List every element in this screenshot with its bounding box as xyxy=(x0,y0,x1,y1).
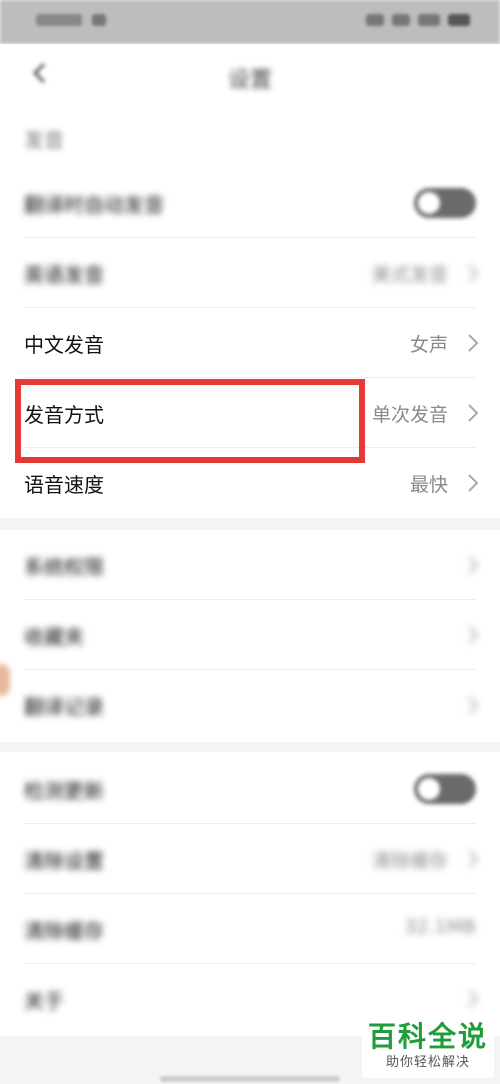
row-value: 清除缓存 xyxy=(371,850,448,872)
setting-row-auto-pronounce[interactable]: 翻译时自动发音 xyxy=(0,168,500,238)
pronunciation-section: 发音 翻译时自动发音 英语发音 美式发音 中文发音 女声 发音方式 单次发音 语… xyxy=(0,106,500,518)
watermark-logo: 百科全说 助你轻松解决 xyxy=(362,1020,494,1078)
setting-row-history[interactable]: 翻译记录 xyxy=(0,670,500,740)
chevron-right-icon xyxy=(468,474,479,492)
header-bar: 设置 xyxy=(0,44,500,106)
watermark-subtitle: 助你轻松解决 xyxy=(385,1055,470,1070)
row-label: 翻译时自动发音 xyxy=(24,193,164,217)
chevron-right-icon xyxy=(468,404,479,422)
setting-row-clear-settings[interactable]: 清除设置 清除缓存 xyxy=(0,824,500,894)
row-label: 语音速度 xyxy=(24,473,104,497)
chevron-right-icon xyxy=(468,696,479,714)
row-value: 美式发音 xyxy=(371,264,448,286)
settings-screen: 设置 发音 翻译时自动发音 英语发音 美式发音 中文发音 女声 发音方式 单次发… xyxy=(0,0,500,1084)
row-value: 单次发音 xyxy=(371,404,448,426)
floating-assistant-icon[interactable] xyxy=(0,664,10,696)
row-label: 清除缓存 xyxy=(24,919,104,943)
row-label: 发音方式 xyxy=(24,403,104,427)
other-section: 检测更新 清除设置 清除缓存 清除缓存 32.1MB 关于 xyxy=(0,752,500,1036)
row-label: 系统权限 xyxy=(24,555,104,579)
chevron-right-icon xyxy=(468,264,479,282)
row-label: 英语发音 xyxy=(24,263,104,287)
row-label: 关于 xyxy=(24,989,64,1013)
watermark-title: 百科全说 xyxy=(367,1020,488,1053)
chevron-right-icon xyxy=(468,990,479,1008)
wifi-icon xyxy=(392,14,410,26)
row-label: 检测更新 xyxy=(24,779,104,803)
row-label: 清除设置 xyxy=(24,849,104,873)
home-indicator xyxy=(160,1076,340,1082)
chevron-right-icon xyxy=(468,556,479,574)
network-icon xyxy=(418,14,440,26)
row-label: 翻译记录 xyxy=(24,695,104,719)
check-update-toggle[interactable] xyxy=(414,774,476,804)
auto-pronounce-toggle[interactable] xyxy=(414,188,476,218)
cache-size-value: 32.1MB xyxy=(404,916,476,938)
signal-icon xyxy=(366,14,384,26)
row-label: 中文发音 xyxy=(24,333,104,357)
row-label: 收藏夹 xyxy=(24,625,84,649)
setting-row-speech-speed[interactable]: 语音速度 最快 xyxy=(0,448,500,518)
row-value: 女声 xyxy=(409,334,448,356)
battery-icon xyxy=(448,14,470,26)
setting-row-favorites[interactable]: 收藏夹 xyxy=(0,600,500,670)
page-title: 设置 xyxy=(227,68,272,93)
setting-row-chinese-pronounce[interactable]: 中文发音 女声 xyxy=(0,308,500,378)
setting-row-clear-cache[interactable]: 清除缓存 32.1MB xyxy=(0,894,500,964)
setting-row-check-update[interactable]: 检测更新 xyxy=(0,754,500,824)
chevron-right-icon xyxy=(468,334,479,352)
chevron-right-icon xyxy=(468,850,479,868)
notification-icon xyxy=(92,14,106,26)
group-header-pronunciation: 发音 xyxy=(24,128,64,152)
setting-row-english-pronounce[interactable]: 英语发音 美式发音 xyxy=(0,238,500,308)
setting-row-system-permission[interactable]: 系统权限 xyxy=(0,530,500,600)
row-value: 最快 xyxy=(409,474,448,496)
setting-row-pronounce-mode[interactable]: 发音方式 单次发音 xyxy=(0,378,500,448)
general-section: 系统权限 收藏夹 翻译记录 xyxy=(0,530,500,742)
chevron-right-icon xyxy=(468,626,479,644)
status-bar xyxy=(0,0,500,44)
status-time xyxy=(36,14,82,26)
